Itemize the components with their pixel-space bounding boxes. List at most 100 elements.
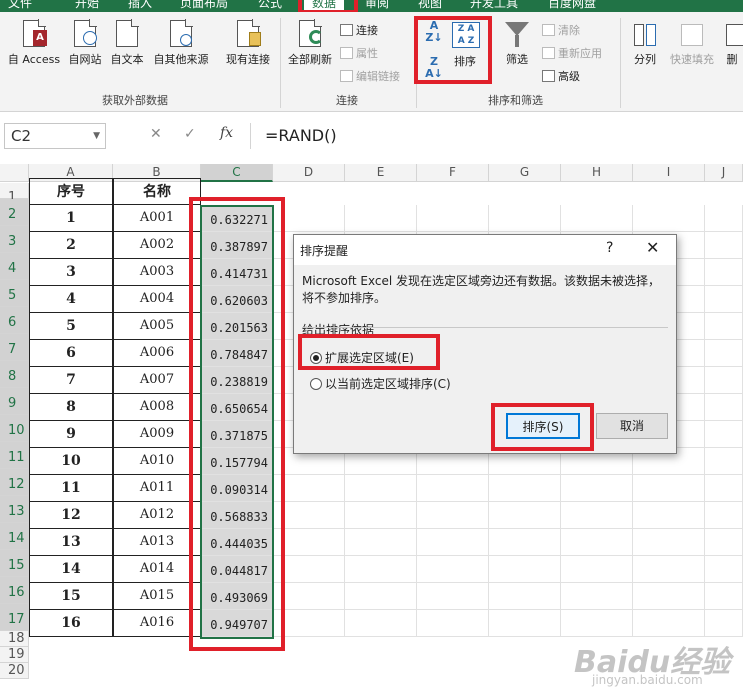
column-header-h[interactable]: H — [561, 164, 633, 182]
row-header-4[interactable]: 4 — [0, 253, 29, 280]
text-to-columns-button[interactable]: 分列 — [626, 20, 664, 67]
cell-a10[interactable]: 9 — [29, 421, 113, 448]
empty-cell[interactable] — [345, 529, 417, 556]
cell-b1[interactable]: 名称 — [113, 178, 201, 205]
cell-b3[interactable]: A002 — [113, 232, 201, 259]
empty-cell[interactable] — [705, 610, 743, 637]
cell-b9[interactable]: A008 — [113, 394, 201, 421]
cell-b11[interactable]: A010 — [113, 448, 201, 475]
cancel-icon[interactable]: ✕ — [150, 126, 162, 142]
cell-b8[interactable]: A007 — [113, 367, 201, 394]
empty-cell[interactable] — [345, 583, 417, 610]
cell-b13[interactable]: A012 — [113, 502, 201, 529]
cell-b12[interactable]: A011 — [113, 475, 201, 502]
cell-a3[interactable]: 2 — [29, 232, 113, 259]
cell-b14[interactable]: A013 — [113, 529, 201, 556]
empty-cell[interactable] — [417, 610, 489, 637]
current-selection-radio[interactable]: 以当前选定区域排序(C) — [310, 375, 451, 392]
edit-links-button[interactable]: 编辑链接 — [340, 68, 400, 84]
cell-a6[interactable]: 5 — [29, 313, 113, 340]
flash-fill-button[interactable]: 快速填充 — [664, 20, 720, 67]
empty-cell[interactable] — [633, 205, 705, 232]
row-header-14[interactable]: 14 — [0, 523, 29, 550]
empty-cell[interactable] — [489, 556, 561, 583]
empty-cell[interactable] — [633, 529, 705, 556]
row-header-1[interactable]: 1 — [0, 183, 29, 205]
empty-cell[interactable] — [561, 556, 633, 583]
cell-a11[interactable]: 10 — [29, 448, 113, 475]
empty-cell[interactable] — [633, 502, 705, 529]
from-text-button[interactable]: 自文本 — [106, 19, 148, 67]
empty-cell[interactable] — [705, 448, 743, 475]
row-header-20[interactable]: 20 — [0, 663, 29, 679]
empty-cell[interactable] — [705, 583, 743, 610]
empty-cell[interactable] — [561, 583, 633, 610]
tab-developer[interactable]: 开发工具 — [470, 0, 518, 12]
empty-cell[interactable] — [705, 286, 743, 313]
tab-review[interactable]: 审阅 — [365, 0, 389, 12]
cell-b7[interactable]: A006 — [113, 340, 201, 367]
cell-a17[interactable]: 16 — [29, 610, 113, 637]
row-header-9[interactable]: 9 — [0, 388, 29, 415]
empty-cell[interactable] — [705, 502, 743, 529]
cell-a9[interactable]: 8 — [29, 394, 113, 421]
empty-cell[interactable] — [345, 556, 417, 583]
refresh-all-button[interactable]: 全部刷新 — [284, 19, 336, 67]
row-header-3[interactable]: 3 — [0, 226, 29, 253]
row-header-2[interactable]: 2 — [0, 199, 29, 226]
empty-cell[interactable] — [489, 610, 561, 637]
empty-cell[interactable] — [417, 205, 489, 232]
row-header-10[interactable]: 10 — [0, 415, 29, 442]
row-header-8[interactable]: 8 — [0, 361, 29, 388]
empty-cell[interactable] — [417, 502, 489, 529]
tab-insert[interactable]: 插入 — [128, 0, 152, 12]
row-header-12[interactable]: 12 — [0, 469, 29, 496]
cell-b17[interactable]: A016 — [113, 610, 201, 637]
reapply-button[interactable]: 重新应用 — [542, 45, 602, 61]
cell-a12[interactable]: 11 — [29, 475, 113, 502]
empty-cell[interactable] — [705, 340, 743, 367]
column-header-d[interactable]: D — [273, 164, 345, 182]
row-header-7[interactable]: 7 — [0, 334, 29, 361]
connections-button[interactable]: 连接 — [340, 22, 378, 38]
tab-formulas[interactable]: 公式 — [258, 0, 282, 12]
cell-b5[interactable]: A004 — [113, 286, 201, 313]
column-header-f[interactable]: F — [417, 164, 489, 182]
column-header-e[interactable]: E — [345, 164, 417, 182]
empty-cell[interactable] — [633, 475, 705, 502]
cell-a1[interactable]: 序号 — [29, 178, 113, 205]
empty-cell[interactable] — [561, 205, 633, 232]
row-header-5[interactable]: 5 — [0, 280, 29, 307]
empty-cell[interactable] — [417, 556, 489, 583]
empty-cell[interactable] — [561, 502, 633, 529]
empty-cell[interactable] — [705, 205, 743, 232]
select-all-corner[interactable] — [0, 164, 29, 182]
column-header-g[interactable]: G — [489, 164, 561, 182]
empty-cell[interactable] — [417, 475, 489, 502]
cell-b10[interactable]: A009 — [113, 421, 201, 448]
column-header-j[interactable]: J — [705, 164, 743, 182]
cell-b2[interactable]: A001 — [113, 205, 201, 232]
empty-cell[interactable] — [705, 313, 743, 340]
row-header-6[interactable]: 6 — [0, 307, 29, 334]
empty-cell[interactable] — [705, 367, 743, 394]
empty-cell[interactable] — [489, 583, 561, 610]
empty-cell[interactable] — [561, 475, 633, 502]
cell-a8[interactable]: 7 — [29, 367, 113, 394]
empty-cell[interactable] — [345, 205, 417, 232]
cell-a16[interactable]: 15 — [29, 583, 113, 610]
from-access-button[interactable]: A 自 Access — [4, 19, 64, 67]
empty-cell[interactable] — [561, 610, 633, 637]
cell-a13[interactable]: 12 — [29, 502, 113, 529]
row-header-18[interactable]: 18 — [0, 631, 29, 647]
enter-icon[interactable]: ✓ — [184, 126, 196, 142]
empty-cell[interactable] — [705, 421, 743, 448]
empty-cell[interactable] — [489, 502, 561, 529]
cell-a5[interactable]: 4 — [29, 286, 113, 313]
empty-cell[interactable] — [489, 205, 561, 232]
empty-cell[interactable] — [705, 556, 743, 583]
properties-button[interactable]: 属性 — [340, 45, 378, 61]
empty-cell[interactable] — [633, 556, 705, 583]
tab-view[interactable]: 视图 — [418, 0, 442, 12]
empty-cell[interactable] — [705, 394, 743, 421]
